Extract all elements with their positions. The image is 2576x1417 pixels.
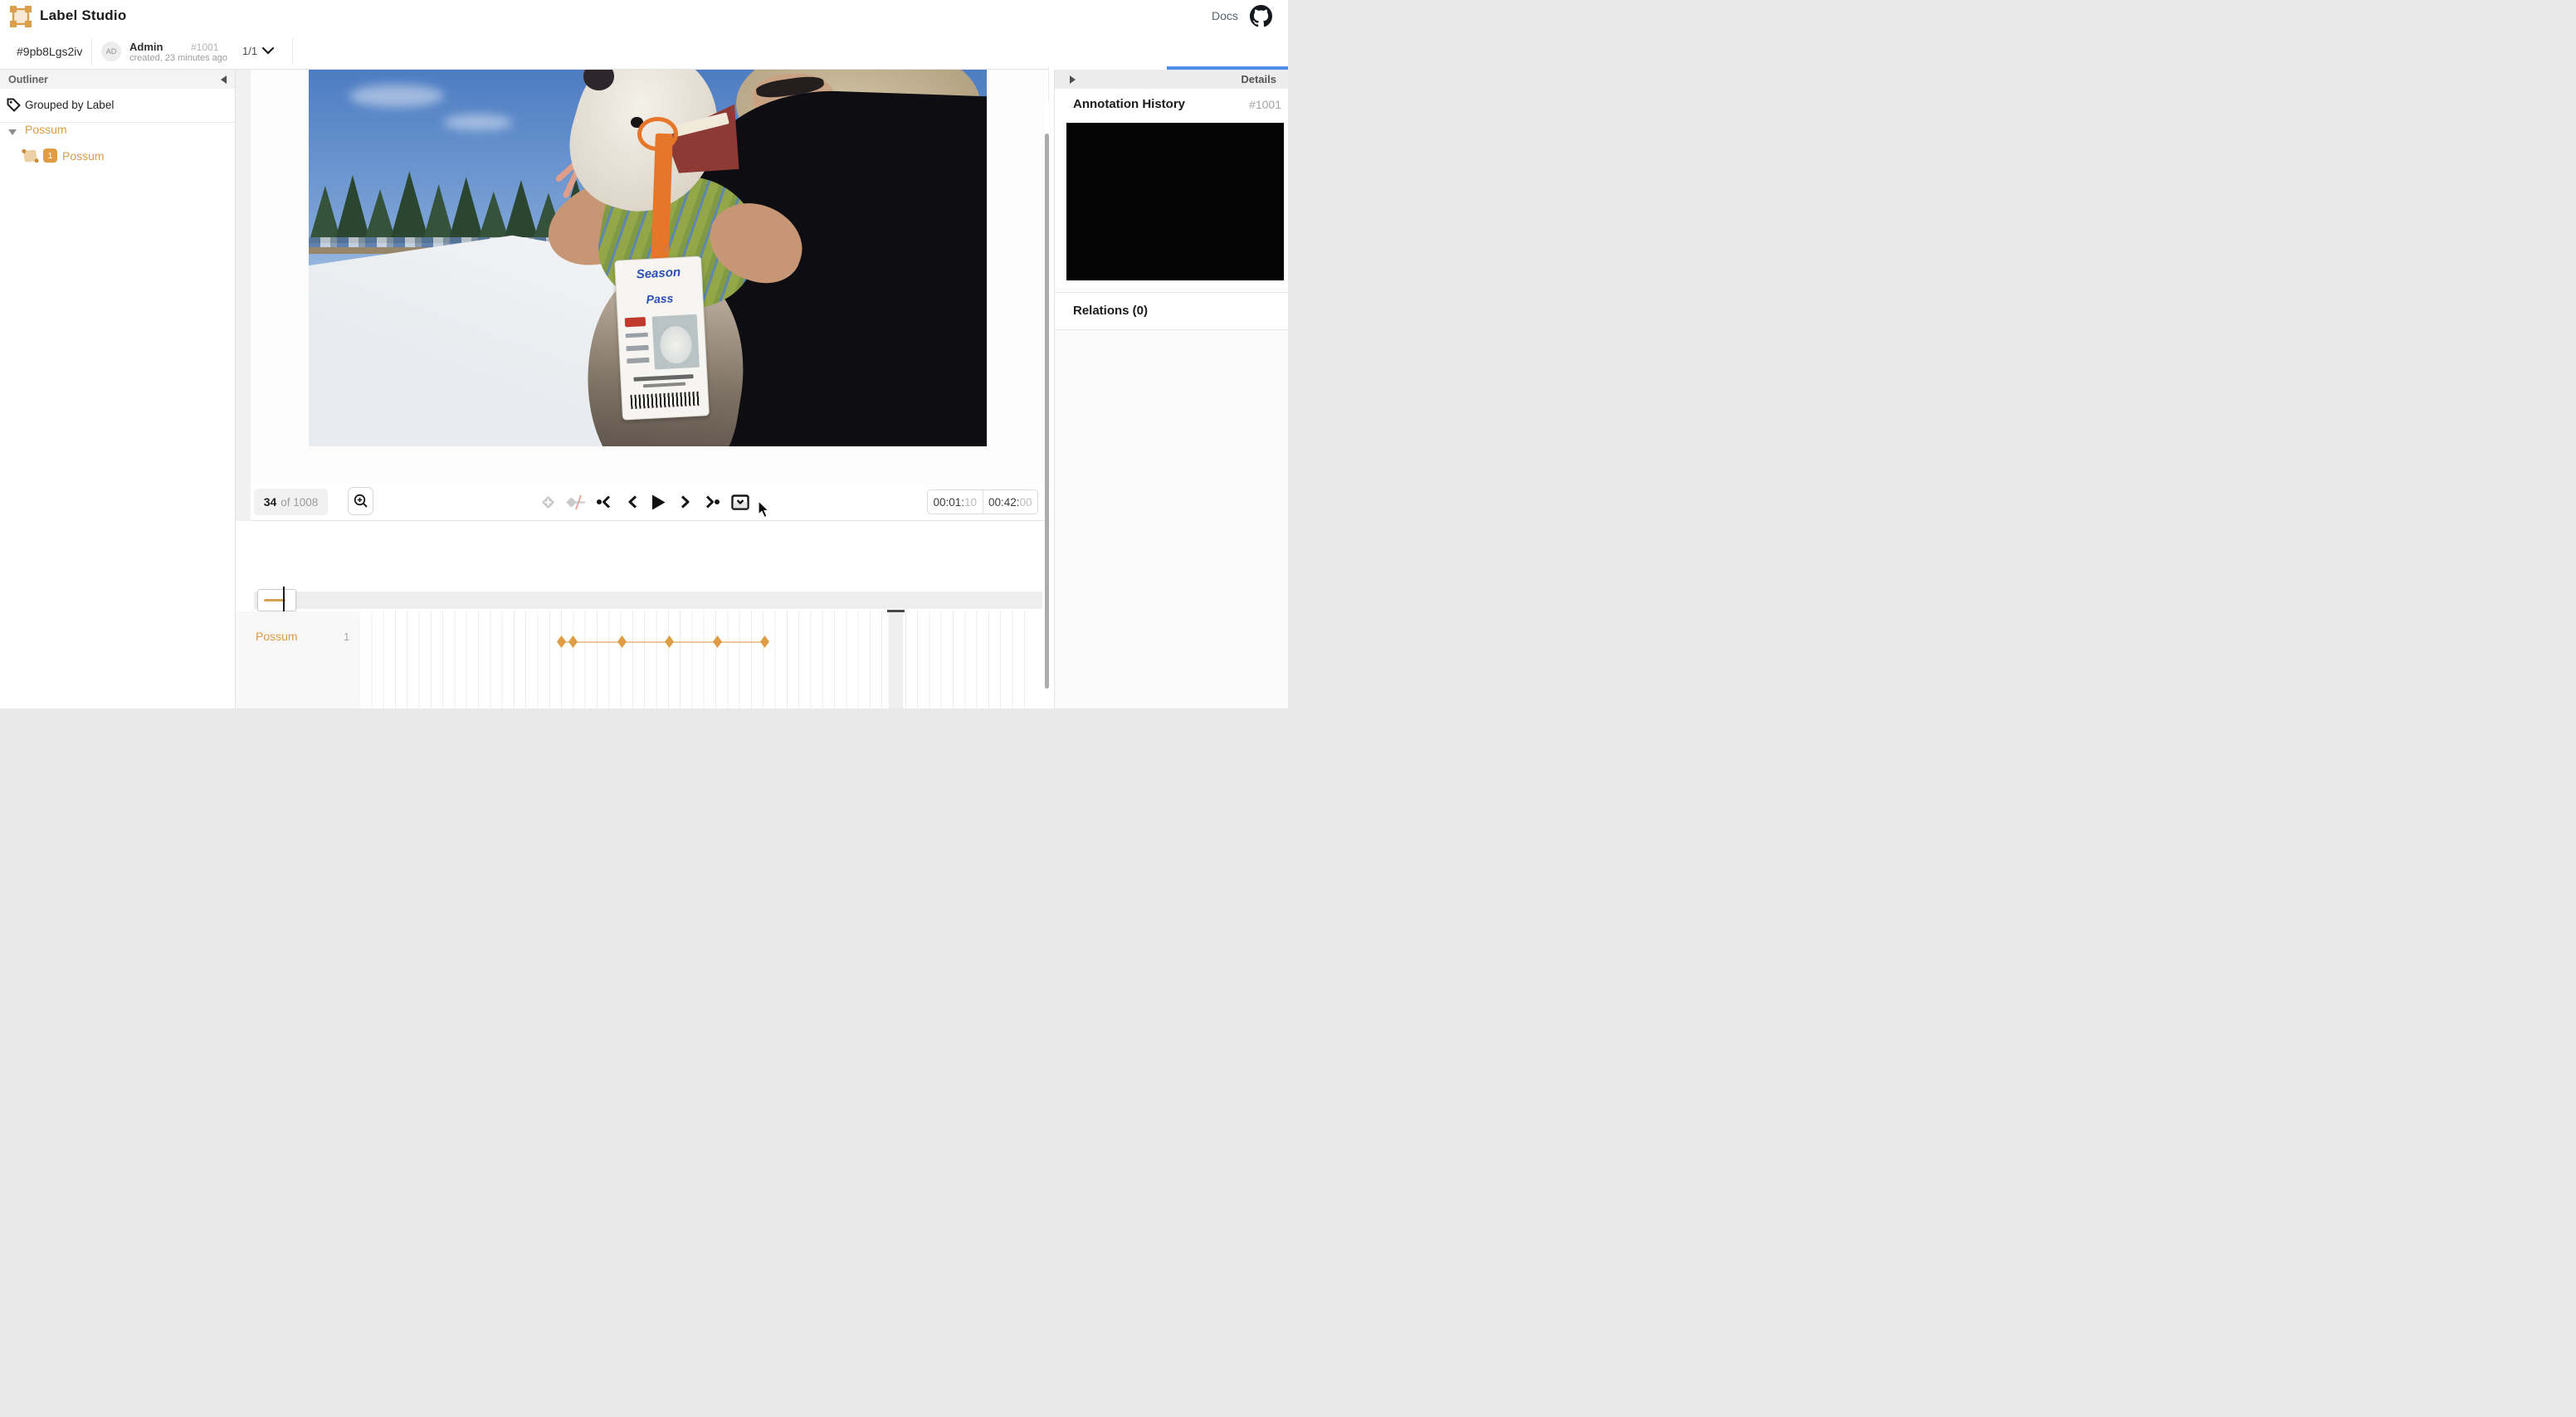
magnifier-plus-icon <box>354 494 368 509</box>
outliner-title: Outliner <box>8 74 48 85</box>
main-workspace: Season Pass 34 of 1008 <box>236 70 1045 708</box>
tree-collapse-caret[interactable] <box>8 129 17 135</box>
outliner-header: Outliner <box>0 70 235 89</box>
total-time-frames: 00 <box>1020 496 1032 509</box>
badge-name-line <box>642 382 685 387</box>
annotation-history-id: #1001 <box>1249 98 1281 111</box>
badge-photo <box>651 314 699 370</box>
previous-keyframe-icon[interactable] <box>593 484 615 520</box>
label-studio-logo-icon[interactable] <box>10 6 32 27</box>
relations-title: Relations (0) <box>1073 304 1148 318</box>
user-name: Admin <box>129 41 163 53</box>
main-scrollbar[interactable] <box>1045 134 1049 689</box>
playhead-column[interactable] <box>889 611 903 708</box>
current-time-main: 00:01: <box>933 496 964 509</box>
video-frame[interactable]: Season Pass <box>309 70 987 446</box>
keyframe-connector-line <box>561 641 764 643</box>
minimap-playhead[interactable] <box>283 587 285 614</box>
badge-logo <box>624 317 645 328</box>
current-time-frames: 10 <box>964 496 977 509</box>
total-time: 00:42:00 <box>983 490 1038 514</box>
outliner-panel: Outliner Grouped by Label Possum 1 Possu… <box>0 70 236 708</box>
video-player-card: Season Pass 34 of 1008 <box>251 70 1045 521</box>
label-studio-app: Label Studio Docs #9pb8Lgs2iv AD Admin #… <box>0 0 1288 708</box>
current-time: 00:01:10 <box>928 490 983 514</box>
add-keyframe-icon[interactable] <box>537 484 559 520</box>
timeline-label-column <box>236 611 360 708</box>
task-id[interactable]: #9pb8Lgs2iv <box>17 45 82 58</box>
annotation-pager: 1/1 <box>242 45 257 57</box>
badge-text-line <box>626 345 648 351</box>
app-header: Label Studio Docs <box>0 0 1288 33</box>
divider <box>91 38 92 65</box>
season-pass-badge: Season Pass <box>614 256 710 420</box>
grouping-label: Grouped by Label <box>25 99 114 111</box>
region-index-badge: 1 <box>43 149 57 163</box>
badge-text-line <box>627 358 649 363</box>
timeline-row-count: 1 <box>344 631 349 643</box>
relations-section[interactable]: Relations (0) <box>1055 292 1288 330</box>
collapse-panel-icon[interactable] <box>221 75 227 84</box>
zoom-to-fit-button[interactable] <box>348 487 373 515</box>
time-display: 00:01:10 00:42:00 <box>927 489 1038 514</box>
app-title: Label Studio <box>40 7 126 24</box>
badge-title-line2: Pass <box>617 290 703 307</box>
region-shape-icon <box>23 149 37 162</box>
badge-title-line1: Season <box>615 265 701 282</box>
previous-frame-icon[interactable] <box>622 484 643 520</box>
video-controls-bar: 34 of 1008 <box>251 484 1045 520</box>
total-time-main: 00:42: <box>988 496 1020 509</box>
github-icon[interactable] <box>1250 5 1272 27</box>
annotation-id: #1001 <box>191 41 218 53</box>
frame-counter[interactable]: 34 of 1008 <box>254 489 328 515</box>
collapse-panel-icon[interactable] <box>1070 75 1076 84</box>
chevron-down-icon[interactable] <box>262 47 274 55</box>
timeline-minimap-track[interactable] <box>254 592 1042 609</box>
timeline-row-label[interactable]: Possum <box>256 630 298 643</box>
details-panel: Details Annotation History #1001 Relatio… <box>1054 70 1288 708</box>
details-title: Details <box>1241 73 1276 85</box>
annotation-history-section: Annotation History #1001 <box>1055 89 1288 287</box>
cloud <box>444 114 512 129</box>
next-keyframe-icon[interactable] <box>701 484 723 520</box>
play-button[interactable] <box>647 484 669 520</box>
tag-icon <box>7 98 21 112</box>
divider <box>292 38 293 65</box>
badge-name-line <box>633 374 693 382</box>
created-timestamp: created, 23 minutes ago <box>129 53 227 63</box>
total-frames: of 1008 <box>281 496 318 509</box>
timeline-grid[interactable] <box>360 611 1029 708</box>
label-group-possum[interactable]: Possum <box>25 123 67 136</box>
current-frame: 34 <box>264 495 277 509</box>
docs-link[interactable]: Docs <box>1212 9 1238 22</box>
badge-text-line <box>625 333 647 338</box>
history-video-preview[interactable] <box>1066 123 1284 280</box>
region-item-possum[interactable]: 1 Possum <box>0 146 235 171</box>
region-label: Possum <box>62 149 105 163</box>
details-header: Details <box>1055 70 1288 89</box>
toggle-interpolation-icon[interactable] <box>565 484 587 520</box>
timeline-region: Possum 1 Car 1 Airplane 2 Possum 3 <box>236 521 1045 708</box>
grouping-selector[interactable]: Grouped by Label <box>0 89 235 123</box>
collapse-timeline-icon[interactable] <box>729 484 751 520</box>
next-frame-icon[interactable] <box>675 484 696 520</box>
annotation-toolbar: #9pb8Lgs2iv AD Admin #1001 created, 23 m… <box>0 33 1288 70</box>
user-avatar[interactable]: AD <box>101 41 121 61</box>
badge-barcode <box>630 392 699 409</box>
annotation-history-title: Annotation History <box>1073 97 1185 111</box>
